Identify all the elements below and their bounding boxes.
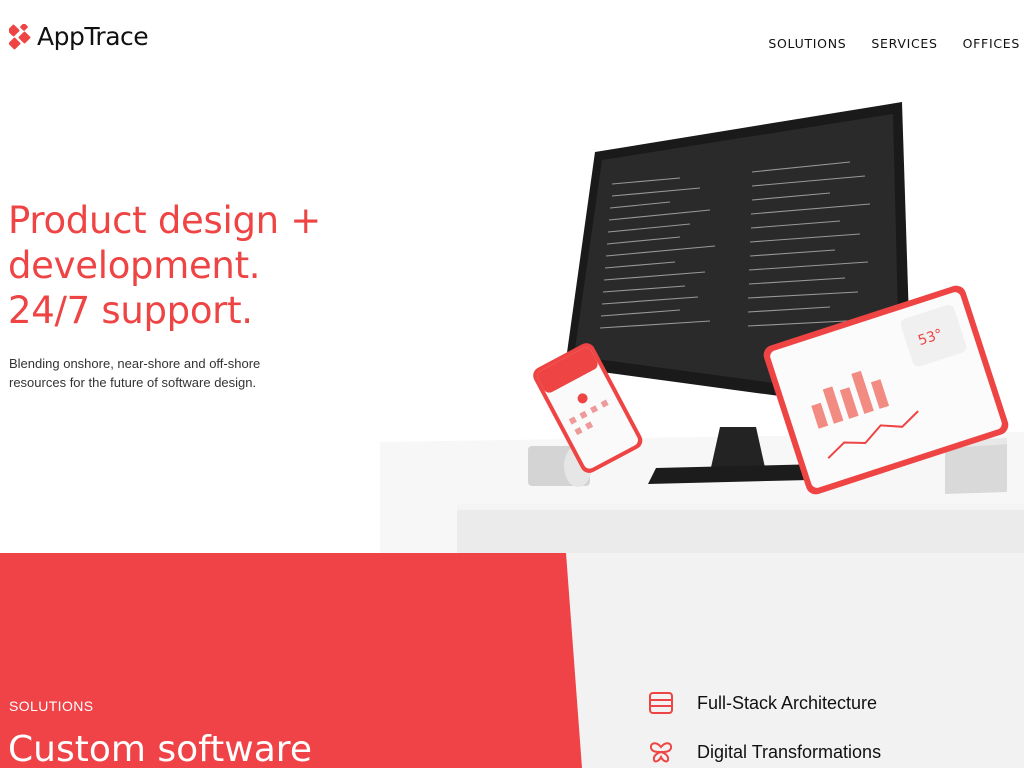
site-header: AppTrace SOLUTIONS SERVICES OFFICES [0, 0, 1024, 80]
hero-title-line: Product design + [8, 199, 321, 242]
hero-subtitle-line: Blending onshore, near-shore and off-sho… [9, 356, 261, 371]
nav-services[interactable]: SERVICES [871, 36, 937, 51]
butterfly-icon [649, 742, 673, 763]
apptrace-logo-icon [9, 23, 31, 49]
logo[interactable]: AppTrace [9, 22, 149, 51]
hero-devices-image: 53° [380, 92, 1024, 554]
brand-name: AppTrace [37, 22, 149, 51]
service-label: Digital Transformations [697, 741, 882, 762]
service-item-digital-transformations[interactable]: Digital Transformations [648, 739, 881, 765]
nav-solutions[interactable]: SOLUTIONS [768, 36, 846, 51]
solutions-label: SOLUTIONS [9, 698, 94, 714]
nav-offices[interactable]: OFFICES [963, 36, 1020, 51]
solutions-title: Custom software [8, 729, 312, 768]
service-item-full-stack[interactable]: Full-Stack Architecture [648, 690, 877, 716]
service-label: Full-Stack Architecture [697, 692, 878, 713]
hero-subtitle-line: resources for the future of software des… [9, 375, 257, 390]
hero-subtitle: Blending onshore, near-shore and off-sho… [9, 354, 309, 392]
hero-title: Product design + development. 24/7 suppo… [8, 198, 321, 333]
layers-icon [649, 692, 673, 714]
hero-title-line: development. [8, 244, 261, 287]
hero-title-line: 24/7 support. [8, 289, 253, 332]
main-nav: SOLUTIONS SERVICES OFFICES [768, 36, 1020, 51]
solutions-section: SOLUTIONS Custom software Full-Stack Arc… [0, 553, 1024, 768]
